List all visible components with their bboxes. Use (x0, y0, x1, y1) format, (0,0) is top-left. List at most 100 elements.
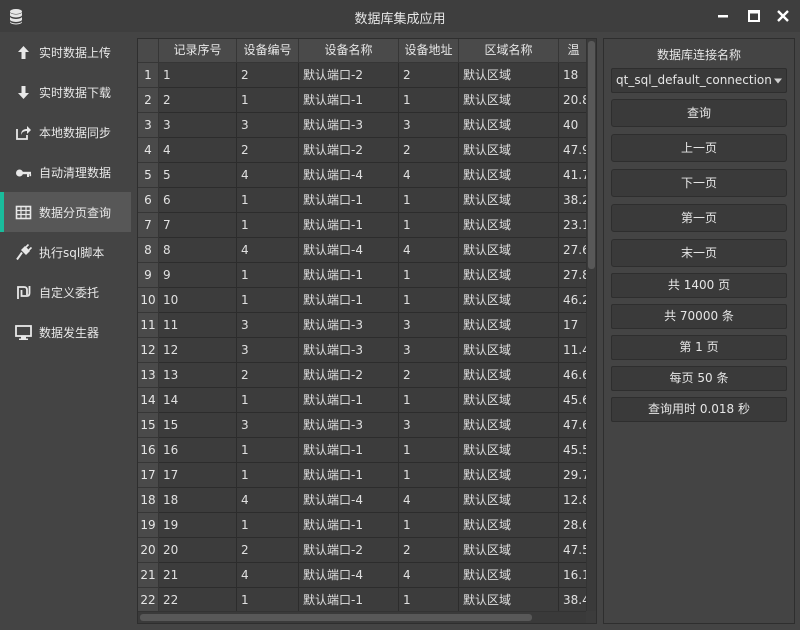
table-cell-device-no[interactable]: 2 (237, 138, 299, 163)
table-cell-area-name[interactable]: 默认区域 (459, 388, 559, 413)
sidebar-item-realtime-upload[interactable]: 实时数据上传 (0, 32, 131, 72)
table-cell-device-name[interactable]: 默认端口-1 (299, 588, 399, 611)
table-cell-device-no[interactable]: 1 (237, 588, 299, 611)
table-cell-record-seq[interactable]: 9 (159, 263, 237, 288)
table-cell-area-name[interactable]: 默认区域 (459, 213, 559, 238)
table-cell-record-seq[interactable]: 2 (159, 88, 237, 113)
row-header[interactable]: 18 (138, 488, 159, 513)
table-cell-temperature[interactable]: 45.5 (559, 438, 586, 463)
last-page-button[interactable]: 末一页 (611, 239, 787, 267)
column-header-area-name[interactable]: 区域名称 (459, 39, 559, 63)
table-cell-device-no[interactable]: 3 (237, 338, 299, 363)
row-header[interactable]: 11 (138, 313, 159, 338)
table-cell-device-addr[interactable]: 3 (399, 338, 459, 363)
vertical-scrollbar-thumb[interactable] (588, 41, 595, 269)
table-cell-temperature[interactable]: 17 (559, 313, 586, 338)
table-cell-area-name[interactable]: 默认区域 (459, 188, 559, 213)
table-cell-device-addr[interactable]: 2 (399, 363, 459, 388)
table-cell-temperature[interactable]: 29.7 (559, 463, 586, 488)
row-header[interactable]: 4 (138, 138, 159, 163)
sidebar-item-exec-sql[interactable]: 执行sql脚本 (0, 232, 131, 272)
table-cell-device-name[interactable]: 默认端口-1 (299, 288, 399, 313)
table-cell-area-name[interactable]: 默认区域 (459, 538, 559, 563)
table-cell-device-addr[interactable]: 4 (399, 163, 459, 188)
table-cell-record-seq[interactable]: 12 (159, 338, 237, 363)
row-header[interactable]: 14 (138, 388, 159, 413)
table-cell-record-seq[interactable]: 8 (159, 238, 237, 263)
table-cell-temperature[interactable]: 45.6 (559, 388, 586, 413)
row-header[interactable]: 19 (138, 513, 159, 538)
query-button[interactable]: 查询 (611, 99, 787, 127)
table-cell-record-seq[interactable]: 7 (159, 213, 237, 238)
table-cell-device-addr[interactable]: 1 (399, 188, 459, 213)
table-cell-temperature[interactable]: 38.4 (559, 588, 586, 611)
table-cell-record-seq[interactable]: 14 (159, 388, 237, 413)
sidebar-item-local-sync[interactable]: 本地数据同步 (0, 112, 131, 152)
table-cell-record-seq[interactable]: 20 (159, 538, 237, 563)
table-cell-area-name[interactable]: 默认区域 (459, 113, 559, 138)
row-header[interactable]: 15 (138, 413, 159, 438)
table-cell-area-name[interactable]: 默认区域 (459, 563, 559, 588)
table-cell-temperature[interactable]: 12.8 (559, 488, 586, 513)
table-cell-device-no[interactable]: 1 (237, 513, 299, 538)
sidebar-item-realtime-download[interactable]: 实时数据下载 (0, 72, 131, 112)
table-cell-area-name[interactable]: 默认区域 (459, 238, 559, 263)
table-cell-temperature[interactable]: 23.1 (559, 213, 586, 238)
vertical-scrollbar[interactable] (586, 39, 596, 611)
table-cell-area-name[interactable]: 默认区域 (459, 263, 559, 288)
table-cell-device-addr[interactable]: 2 (399, 138, 459, 163)
table-cell-device-addr[interactable]: 1 (399, 213, 459, 238)
table-cell-temperature[interactable]: 38.2 (559, 188, 586, 213)
table-cell-temperature[interactable]: 47.9 (559, 138, 586, 163)
table-cell-device-addr[interactable]: 1 (399, 588, 459, 611)
table-cell-record-seq[interactable]: 4 (159, 138, 237, 163)
table-cell-record-seq[interactable]: 1 (159, 63, 237, 88)
horizontal-scrollbar-thumb[interactable] (140, 614, 532, 621)
table-cell-device-name[interactable]: 默认端口-4 (299, 488, 399, 513)
table-cell-device-name[interactable]: 默认端口-1 (299, 438, 399, 463)
table-cell-device-no[interactable]: 1 (237, 463, 299, 488)
table-cell-device-addr[interactable]: 1 (399, 88, 459, 113)
row-header[interactable]: 13 (138, 363, 159, 388)
column-header-record-seq[interactable]: 记录序号 (159, 39, 237, 63)
table-cell-device-no[interactable]: 1 (237, 213, 299, 238)
row-header[interactable]: 2 (138, 88, 159, 113)
maximize-button[interactable] (743, 6, 765, 26)
table-cell-device-addr[interactable]: 3 (399, 113, 459, 138)
table-cell-device-name[interactable]: 默认端口-1 (299, 463, 399, 488)
table-cell-device-name[interactable]: 默认端口-1 (299, 388, 399, 413)
table-cell-device-name[interactable]: 默认端口-3 (299, 413, 399, 438)
table-cell-area-name[interactable]: 默认区域 (459, 163, 559, 188)
column-header-device-name[interactable]: 设备名称 (299, 39, 399, 63)
table-cell-device-no[interactable]: 4 (237, 238, 299, 263)
row-header[interactable]: 10 (138, 288, 159, 313)
table-cell-temperature[interactable]: 47.6 (559, 413, 586, 438)
table-cell-device-no[interactable]: 1 (237, 88, 299, 113)
table-cell-device-no[interactable]: 2 (237, 63, 299, 88)
sidebar-item-paged-query[interactable]: 数据分页查询 (0, 192, 131, 232)
table-cell-area-name[interactable]: 默认区域 (459, 438, 559, 463)
first-page-button[interactable]: 第一页 (611, 204, 787, 232)
table-cell-device-no[interactable]: 4 (237, 163, 299, 188)
row-header[interactable]: 20 (138, 538, 159, 563)
table-cell-device-addr[interactable]: 1 (399, 463, 459, 488)
table-cell-device-addr[interactable]: 2 (399, 63, 459, 88)
row-header[interactable]: 5 (138, 163, 159, 188)
table-cell-device-name[interactable]: 默认端口-4 (299, 563, 399, 588)
row-header[interactable]: 7 (138, 213, 159, 238)
table-cell-device-no[interactable]: 3 (237, 413, 299, 438)
table-cell-area-name[interactable]: 默认区域 (459, 138, 559, 163)
next-page-button[interactable]: 下一页 (611, 169, 787, 197)
table-cell-temperature[interactable]: 18 (559, 63, 586, 88)
table-cell-temperature[interactable]: 11.4 (559, 338, 586, 363)
table-cell-device-addr[interactable]: 3 (399, 413, 459, 438)
table-cell-device-no[interactable]: 1 (237, 263, 299, 288)
table-cell-area-name[interactable]: 默认区域 (459, 363, 559, 388)
sidebar-item-custom-delegate[interactable]: 自定义委托 (0, 272, 131, 312)
table-cell-area-name[interactable]: 默认区域 (459, 63, 559, 88)
table-cell-record-seq[interactable]: 16 (159, 438, 237, 463)
table-cell-record-seq[interactable]: 10 (159, 288, 237, 313)
table-cell-device-addr[interactable]: 1 (399, 513, 459, 538)
table-corner[interactable] (138, 39, 159, 63)
close-button[interactable] (772, 6, 794, 26)
